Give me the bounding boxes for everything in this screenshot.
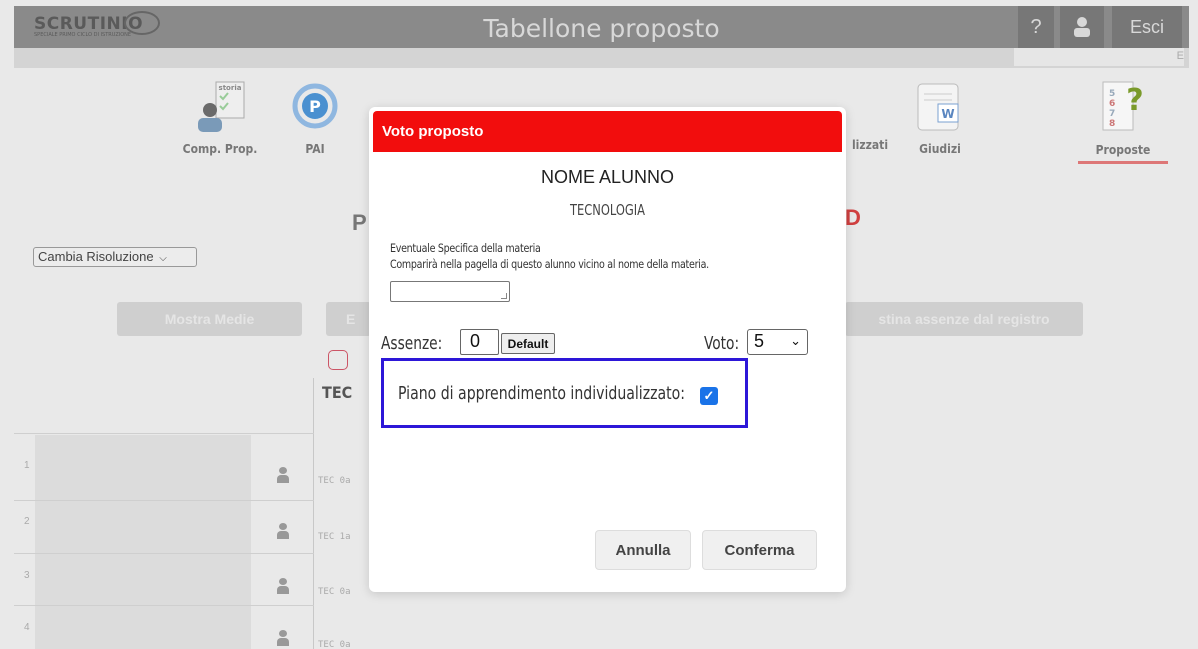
absences-label: Assenze: <box>381 333 443 354</box>
toolbar-proposte[interactable]: 5 6 7 8 ? Proposte <box>1078 78 1168 164</box>
student-user-icon[interactable] <box>276 630 290 646</box>
confirm-button[interactable]: Conferma <box>702 530 817 570</box>
student-name: NOME ALUNNO <box>540 167 675 187</box>
absences-button[interactable]: stina assenze dal registro <box>845 302 1083 336</box>
grade-select[interactable]: 5 ⌄ <box>747 329 808 355</box>
toolbar-giudizi[interactable]: W Giudizi <box>905 80 975 156</box>
student-user-icon[interactable] <box>276 523 290 539</box>
pai-label: Piano di apprendimento individualizzato: <box>398 383 686 404</box>
voto-proposto-dialog: Voto proposto NOME ALUNNO TECNOLOGIA Eve… <box>369 107 846 592</box>
svg-text:8: 8 <box>1109 119 1115 129</box>
grade-label: Voto: <box>704 333 740 354</box>
row-number: 4 <box>24 622 30 633</box>
help-button[interactable]: ? <box>1018 6 1054 48</box>
toolbar-pai[interactable]: P PAI <box>290 80 340 156</box>
resolution-select[interactable]: Cambia Risoluzione ⌵ <box>33 247 197 267</box>
subject-spec-textarea[interactable] <box>390 281 510 302</box>
row-tec-cell[interactable]: TEC 0a <box>318 640 351 649</box>
grade-select-value: 5 <box>754 331 765 351</box>
chevron-down-icon: ⌄ <box>790 333 801 348</box>
row-divider <box>14 500 314 501</box>
toolbar-giudizi-label: Giudizi <box>919 142 961 156</box>
subject-name: TECNOLOGIA <box>570 201 645 219</box>
student-user-icon[interactable] <box>276 578 290 594</box>
show-averages-button[interactable]: Mostra Medie <box>117 302 302 336</box>
subject-spec-label-line1: Eventuale Specifica della materia <box>390 241 541 255</box>
student-name-column <box>35 435 251 649</box>
top-bar: SCRUTINIO SPECIALE PRIMO CICLO DI ISTRUZ… <box>14 6 1189 48</box>
grades-question-icon: 5 6 7 8 ? <box>1102 81 1144 131</box>
word-doc-icon: W <box>917 83 959 131</box>
chevron-down-icon: ⌵ <box>159 253 167 264</box>
user-button[interactable] <box>1060 6 1104 48</box>
sub-strip-light <box>1014 48 1184 66</box>
svg-text:5: 5 <box>1109 89 1115 99</box>
column-separator <box>313 378 314 649</box>
checkmark-icon: ✓ <box>703 388 715 403</box>
pai-checkbox[interactable]: ✓ <box>700 387 718 405</box>
pai-highlight-box: Piano di apprendimento individualizzato:… <box>381 358 748 428</box>
student-user-icon[interactable] <box>276 467 290 483</box>
row-tec-cell[interactable]: TEC 0a <box>318 587 351 597</box>
default-button[interactable]: Default <box>501 333 555 354</box>
toolbar-personalizzati-label: lizzati <box>851 138 889 152</box>
row-number: 3 <box>24 570 30 581</box>
toolbar-comp-prop[interactable]: storia Comp. Prop. <box>170 80 270 156</box>
page-title: Tabellone proposto <box>483 14 720 43</box>
cancel-button[interactable]: Annulla <box>595 530 691 570</box>
exit-button[interactable]: Esci <box>1112 6 1182 48</box>
toolbar-personalizzati[interactable]: lizzati <box>840 80 900 152</box>
grades-question-icon-mark: ? <box>1126 83 1143 118</box>
row-tec-cell[interactable]: TEC 1a <box>318 532 351 542</box>
toolbar-proposte-label: Proposte <box>1095 143 1151 157</box>
competenze-icon: storia <box>198 81 245 132</box>
sub-strip <box>14 48 1189 68</box>
row-tec-cell[interactable]: TEC 0a <box>318 476 351 486</box>
toolbar-comp-prop-label: Comp. Prop. <box>182 142 258 156</box>
partial-button[interactable]: E <box>326 302 371 336</box>
pai-icon: P <box>292 83 338 129</box>
subject-spec-label-line2: Comparirà nella pagella di questo alunno… <box>390 257 709 271</box>
absences-input[interactable]: 0 <box>460 329 499 355</box>
column-header-tec: TEC <box>322 383 353 402</box>
column-checkbox[interactable] <box>328 350 348 370</box>
word-doc-icon-letter: W <box>941 107 954 121</box>
row-divider <box>14 605 314 606</box>
dialog-title: Voto proposto <box>373 111 842 152</box>
user-icon <box>1074 17 1090 37</box>
row-divider <box>14 553 314 554</box>
svg-text:6: 6 <box>1109 99 1115 109</box>
subject-spec-label: Eventuale Specifica della materia Compar… <box>390 240 709 272</box>
svg-text:7: 7 <box>1109 109 1115 119</box>
section-title-right: D <box>845 205 861 230</box>
sub-strip-letter: E <box>1176 50 1184 62</box>
row-number: 2 <box>24 516 30 527</box>
competenze-icon-label: storia <box>219 84 242 92</box>
toolbar-pai-label: PAI <box>305 142 325 156</box>
active-tab-underline <box>1078 161 1168 164</box>
section-title-left: P <box>352 210 367 235</box>
row-number: 1 <box>24 460 30 471</box>
row-divider <box>14 433 314 434</box>
pai-icon-letter: P <box>309 97 321 116</box>
resolution-select-value: Cambia Risoluzione <box>38 249 154 264</box>
